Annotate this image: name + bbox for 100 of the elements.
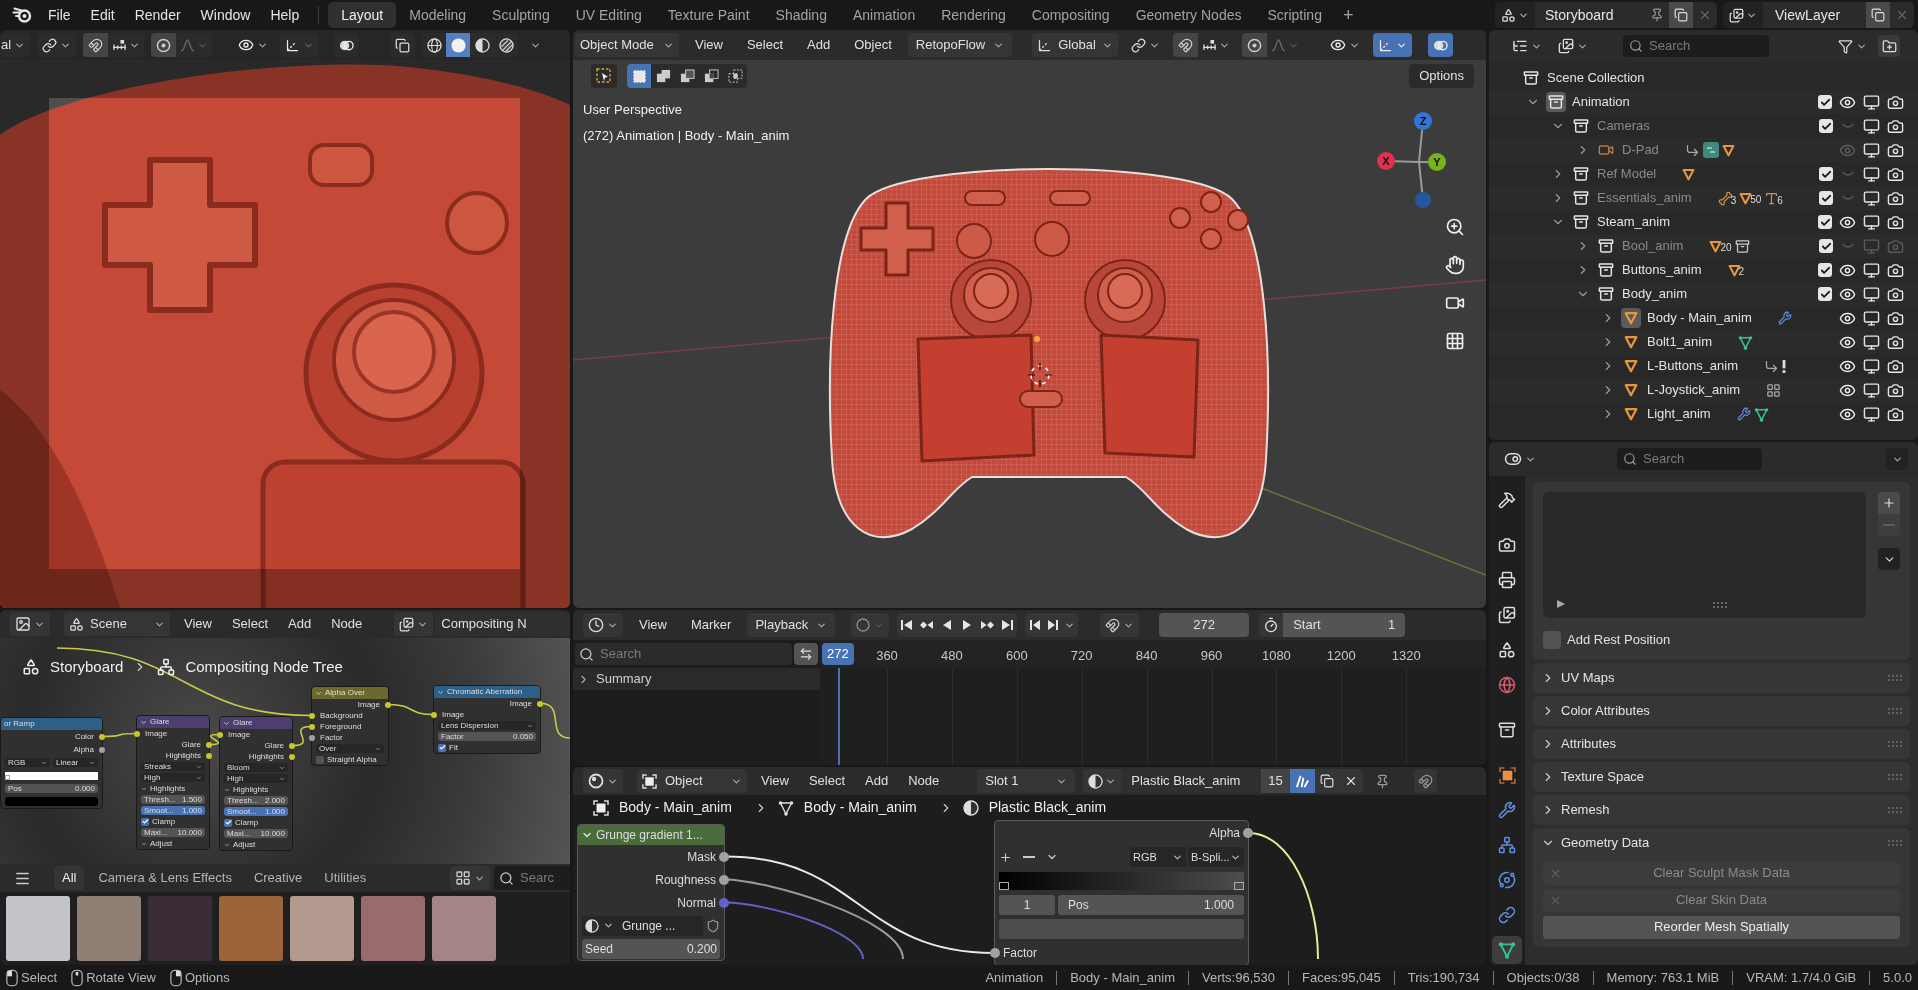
- node-tree-name-field[interactable]: Compositing N: [435, 612, 570, 636]
- jump-to-start-icon[interactable]: [900, 618, 915, 632]
- panel-toggle-icon[interactable]: [141, 840, 147, 847]
- monitor-icon[interactable]: [1863, 309, 1880, 327]
- camera-icon[interactable]: [1887, 381, 1904, 399]
- node-dropdown[interactable]: B-Spli...: [1188, 847, 1244, 867]
- orientation-dropdown[interactable]: Global: [1032, 33, 1118, 57]
- grip-dots-icon[interactable]: [1713, 602, 1727, 608]
- category-tab[interactable]: Camera & Lens Effects: [90, 866, 240, 890]
- menu-item[interactable]: Node: [902, 769, 946, 793]
- stop-index-field[interactable]: 1: [999, 895, 1055, 915]
- socket-icon[interactable]: [99, 746, 105, 753]
- node-dropdown[interactable]: High: [224, 774, 288, 783]
- monitor-icon[interactable]: [1863, 165, 1880, 183]
- node-value-field[interactable]: Pos 1.000: [1058, 895, 1244, 915]
- select-box-tool-button[interactable]: [591, 64, 617, 88]
- snapping-dropdown[interactable]: [1100, 613, 1140, 637]
- outliner-item-label[interactable]: Light_anim: [1647, 404, 1711, 424]
- checkbox[interactable]: [1818, 95, 1832, 109]
- selection-mode-button[interactable]: [627, 64, 651, 88]
- next-key-icon[interactable]: [1046, 618, 1061, 632]
- node-link[interactable]: [292, 725, 312, 747]
- editor-type-dropdown[interactable]: [583, 769, 623, 793]
- outliner-item-label[interactable]: Buttons_anim: [1622, 260, 1702, 280]
- node-card[interactable]: Alpha Over Image Background Foreground Factor Over Straight Alpha: [311, 686, 389, 766]
- node-dropdown[interactable]: Over: [316, 744, 384, 753]
- socket-icon[interactable]: [719, 874, 729, 885]
- socket-icon[interactable]: [99, 733, 105, 740]
- color-ramp-bar[interactable]: [999, 872, 1244, 890]
- outliner-item-label[interactable]: L-Buttons_anim: [1647, 356, 1739, 376]
- axis-handle[interactable]: [1415, 192, 1431, 208]
- addon-dropdown[interactable]: RetopoFlow: [907, 33, 1013, 57]
- socket-icon[interactable]: [309, 712, 315, 719]
- proportional-edit-toggle[interactable]: [151, 33, 177, 57]
- grip-dots-icon[interactable]: [1888, 707, 1902, 714]
- proportional-edit-toggle[interactable]: [1241, 33, 1267, 57]
- add-button[interactable]: [1878, 492, 1900, 514]
- preview-range-toggle[interactable]: [1259, 613, 1284, 637]
- node-card[interactable]: Glare Image Glare Highlights Bloom High Highlights Thresh... 2.000 Smoot... 1.000 Clamp Maxi... 10.000 Adjust: [219, 716, 293, 851]
- outliner-item-label[interactable]: Animation: [1572, 92, 1630, 112]
- options-dropdown[interactable]: Options: [1409, 64, 1474, 88]
- outliner-item-label[interactable]: Body - Main_anim: [1647, 308, 1752, 328]
- checkbox[interactable]: [224, 818, 232, 827]
- axis-handle[interactable]: Y: [1428, 153, 1446, 171]
- monitor-icon[interactable]: [1863, 189, 1880, 207]
- grip-dots-icon[interactable]: [1888, 806, 1902, 813]
- workspace-tab[interactable]: UV Editing: [562, 2, 655, 28]
- monitor-icon[interactable]: [1863, 333, 1880, 351]
- node-dropdown[interactable]: Streaks: [141, 762, 205, 771]
- socket-icon[interactable]: [385, 701, 391, 708]
- axis-handle[interactable]: Z: [1414, 112, 1432, 130]
- outliner-item-label[interactable]: Ref Model: [1597, 164, 1657, 184]
- node-group-dropdown[interactable]: Grunge ...: [582, 915, 703, 936]
- socket-icon[interactable]: [537, 700, 543, 707]
- start-frame-field[interactable]: Start 1: [1283, 613, 1406, 637]
- category-tab[interactable]: All: [54, 866, 85, 890]
- node-link[interactable]: [388, 703, 434, 716]
- menu-item[interactable]: View: [755, 769, 795, 793]
- specials-dropdown[interactable]: [1878, 548, 1900, 570]
- view-layer-browse-button[interactable]: [1723, 2, 1763, 28]
- checkbox[interactable]: [141, 817, 149, 826]
- material-name-field[interactable]: Plastic Black_anim: [1121, 769, 1262, 793]
- menu-item[interactable]: Select: [225, 612, 275, 636]
- outliner-item-label[interactable]: D-Pad: [1622, 140, 1659, 160]
- checkbox[interactable]: [1819, 167, 1833, 181]
- workspace-tab[interactable]: Sculpting: [479, 2, 563, 28]
- camera-icon[interactable]: [1887, 285, 1904, 303]
- panel-header[interactable]: Color Attributes: [1533, 695, 1910, 726]
- outliner-item-label[interactable]: Steam_anim: [1597, 212, 1670, 232]
- view-mode-dropdown[interactable]: [450, 866, 490, 890]
- camera-icon[interactable]: [1887, 357, 1904, 375]
- workspace-tab[interactable]: Shading: [762, 2, 840, 28]
- category-tab[interactable]: Creative: [245, 866, 311, 890]
- menu-item[interactable]: Node: [325, 612, 369, 636]
- color-ramp-bar[interactable]: [5, 771, 98, 780]
- node-card[interactable]: or Ramp Color Alpha RGB Linear Pos 0.000: [0, 717, 103, 809]
- properties-tab[interactable]: [1492, 936, 1522, 964]
- next-keyframe-icon[interactable]: [980, 618, 995, 632]
- node-value-field[interactable]: Thresh... 1.500: [141, 795, 205, 804]
- outliner-item-label[interactable]: Scene Collection: [1547, 68, 1645, 88]
- search-field[interactable]: Search: [1617, 448, 1762, 470]
- socket-icon[interactable]: [289, 742, 295, 749]
- menu-item[interactable]: Marker: [682, 613, 740, 637]
- socket-icon[interactable]: [990, 948, 1000, 958]
- monitor-icon[interactable]: [1863, 285, 1880, 303]
- category-tab[interactable]: Utilities: [316, 866, 375, 890]
- duplicate-button[interactable]: [1669, 2, 1693, 28]
- menu-item[interactable]: Select: [802, 769, 852, 793]
- axis-handle[interactable]: X: [1377, 152, 1395, 170]
- menu-item[interactable]: Edit: [80, 2, 125, 28]
- outliner-item-label[interactable]: Body_anim: [1622, 284, 1688, 304]
- menu-item[interactable]: View: [687, 33, 731, 57]
- collapse-icon[interactable]: [437, 688, 444, 696]
- camera-icon[interactable]: [1887, 309, 1904, 327]
- monitor-icon[interactable]: [1863, 117, 1880, 135]
- socket-icon[interactable]: [134, 730, 140, 737]
- current-frame-field[interactable]: 272: [1159, 613, 1250, 637]
- node-value-field[interactable]: Smoot... 1.000: [224, 807, 288, 816]
- fake-user-toggle[interactable]: [1289, 769, 1315, 793]
- color-swatch[interactable]: [5, 797, 98, 806]
